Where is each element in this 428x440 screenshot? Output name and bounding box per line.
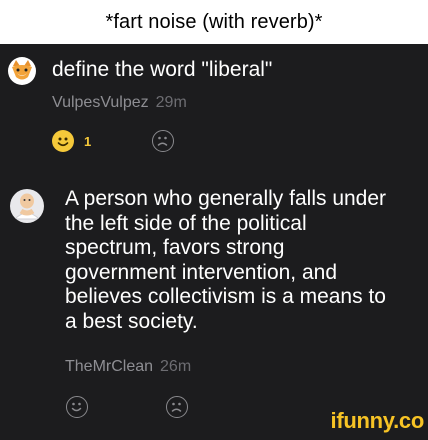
avatar-fox[interactable] [8,57,36,85]
avatar-mrclean[interactable] [10,189,44,223]
timestamp: 29m [155,94,187,111]
smile-count: 1 [84,134,92,149]
frown-icon[interactable] [152,130,174,152]
caption-text: *fart noise (with reverb)* [105,10,323,33]
username[interactable]: TheMrClean [65,358,153,375]
username[interactable]: VulpesVulpez [52,94,149,111]
caption-bar: *fart noise (with reverb)* [0,0,428,44]
comment-meta: VulpesVulpez 29m [52,94,187,112]
frown-icon[interactable] [166,396,188,418]
ifunny-watermark: ifunny.co [330,408,425,433]
comment-text: A person who generally falls under the l… [65,187,387,333]
smile-icon[interactable] [66,396,88,418]
smile-icon[interactable] [52,130,74,152]
comment-text: define the word "liberal" [52,58,273,81]
timestamp: 26m [160,358,192,375]
comment-meta: TheMrClean 26m [65,358,191,376]
